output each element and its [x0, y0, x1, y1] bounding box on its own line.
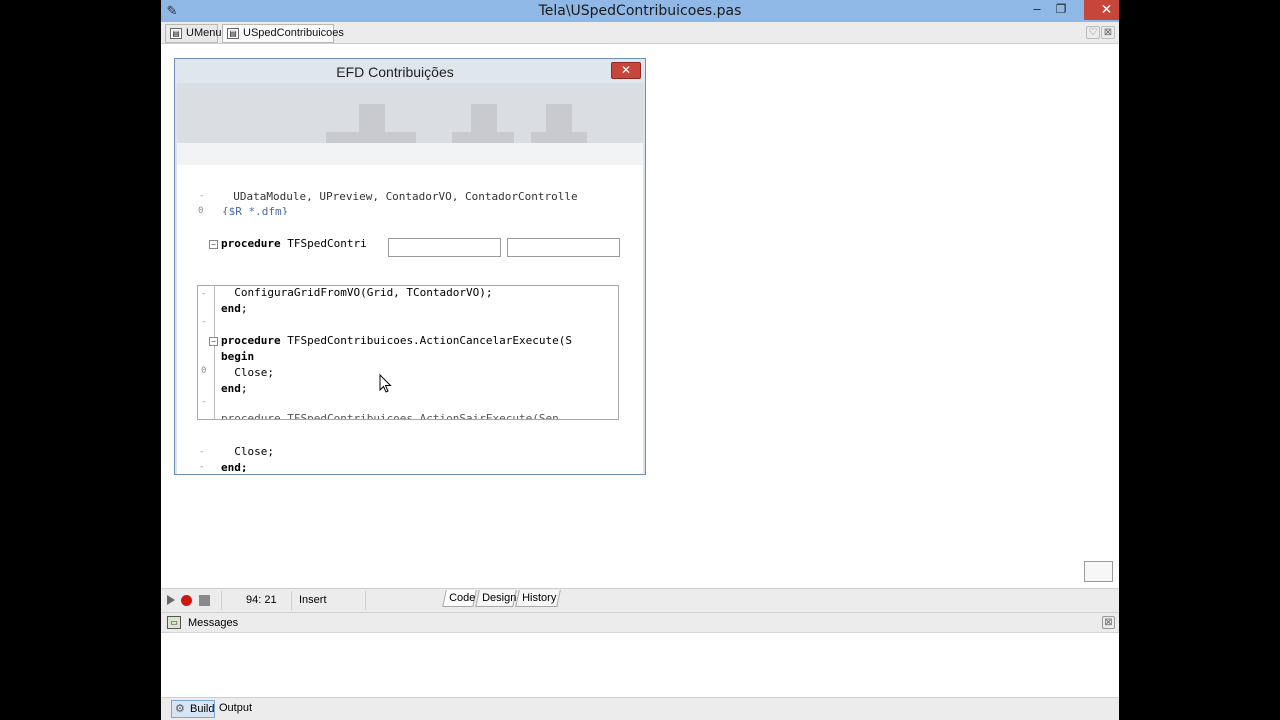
gutter-mark: -	[201, 397, 207, 407]
status-separator	[365, 591, 366, 610]
code-close-line: Close;	[221, 445, 274, 458]
unit-icon: ▤	[170, 28, 182, 39]
tab-history[interactable]: History	[515, 590, 561, 607]
code-line: begin	[221, 350, 255, 363]
code-line: end;	[221, 382, 248, 395]
tab-label: USpedContribuicoes	[243, 27, 344, 39]
tab-code[interactable]: Code	[442, 590, 477, 607]
form-close-button[interactable]: ✕	[611, 62, 641, 79]
tab-umenu[interactable]: ▤ UMenu	[165, 24, 222, 43]
play-macro-icon[interactable]	[167, 595, 175, 605]
messages-title: Messages	[188, 617, 239, 629]
restore-button[interactable]: ❐	[1048, 0, 1074, 20]
tab-label: UMenu	[186, 27, 222, 39]
title-bar: ✎ Tela\USpedContribuicoes.pas – ❐ ✕	[161, 0, 1119, 22]
tab-design[interactable]: Design	[475, 590, 517, 607]
fold-toggle-icon[interactable]: −	[209, 240, 218, 249]
tab-build[interactable]: ⚙ Build	[171, 700, 215, 718]
gutter-mark: -	[201, 289, 207, 299]
close-window-button[interactable]: ✕	[1084, 0, 1119, 20]
toolbar-button-glyph[interactable]	[546, 104, 572, 134]
messages-list[interactable]	[161, 633, 1119, 697]
gutter-mark: -	[199, 447, 205, 457]
editor-status-bar: 94: 21 Insert Code Design History	[161, 588, 1119, 613]
record-macro-icon[interactable]	[181, 595, 192, 606]
code-line: Close;	[221, 366, 274, 379]
insert-mode-indicator: Insert	[299, 594, 327, 606]
code-procedure-line: procedure TFSpedContri	[221, 237, 367, 250]
gutter-mark: -	[199, 191, 205, 201]
window-title: Tela\USpedContribuicoes.pas	[538, 3, 742, 19]
code-line: end;	[221, 302, 248, 315]
messages-tab-bar: ⚙ Build Output	[161, 697, 1119, 720]
tab-output[interactable]: Output	[219, 700, 257, 718]
edit-field-2[interactable]	[507, 238, 620, 257]
code-uses-line: UDataModule, UPreview, ContadorVO, Conta…	[220, 190, 578, 201]
designer-corner-button[interactable]	[1084, 561, 1113, 582]
code-directive-line: {$R *.dfm}	[222, 205, 289, 215]
toolbar-panel[interactable]	[177, 83, 643, 144]
gutter-mark: -	[201, 317, 207, 327]
code-line: procedure TFSpedContribuicoes.ActionCanc…	[221, 334, 573, 347]
messages-icon: ▭	[167, 616, 181, 629]
mouse-cursor-icon	[379, 374, 392, 393]
code-end-line: end;	[221, 461, 248, 472]
code-line: procedure TFSpedContribuicoes.ActionSair…	[221, 412, 559, 420]
stop-macro-icon[interactable]	[199, 595, 210, 606]
toolbar-button-glyph[interactable]	[471, 104, 497, 134]
tab-uspedcontribuicoes[interactable]: ▤ USpedContribuicoes	[222, 24, 344, 43]
edit-field-1[interactable]	[388, 238, 501, 257]
status-separator	[291, 591, 292, 610]
form-caption: EFD Contribuições	[336, 64, 454, 80]
gutter-mark: 0	[198, 206, 204, 216]
unit-icon: ▤	[227, 28, 239, 39]
minimize-button[interactable]: –	[1024, 0, 1050, 20]
close-messages-icon[interactable]: ⊠	[1102, 616, 1115, 629]
gutter-mark: -	[199, 462, 205, 472]
status-separator	[221, 591, 222, 610]
embedded-code-memo[interactable]: - - 0 - ConfiguraGridFromVO(Grid, TConta…	[197, 285, 619, 420]
close-tab-icon[interactable]: ⊠	[1101, 26, 1115, 39]
toolbar-button-glyph[interactable]	[359, 104, 385, 134]
gear-icon: ⚙	[175, 703, 185, 715]
messages-panel-header: ▭ Messages ⊠	[161, 613, 1119, 633]
cursor-position: 94: 21	[246, 594, 277, 606]
fold-guide	[214, 286, 215, 419]
gutter-mark: 0	[201, 366, 207, 376]
toolbar-bottom-strip	[177, 143, 643, 165]
tab-dropdown-icon[interactable]: ♡	[1086, 26, 1100, 39]
fold-toggle-icon[interactable]: −	[209, 337, 218, 346]
editor-tab-bar: ▤ UMenu ▤ USpedContribuicoes ♡ ⊠	[161, 22, 1119, 44]
code-line: ConfiguraGridFromVO(Grid, TContadorVO);	[221, 286, 493, 299]
form-caption-bar[interactable]: EFD Contribuições ✕	[175, 59, 645, 83]
